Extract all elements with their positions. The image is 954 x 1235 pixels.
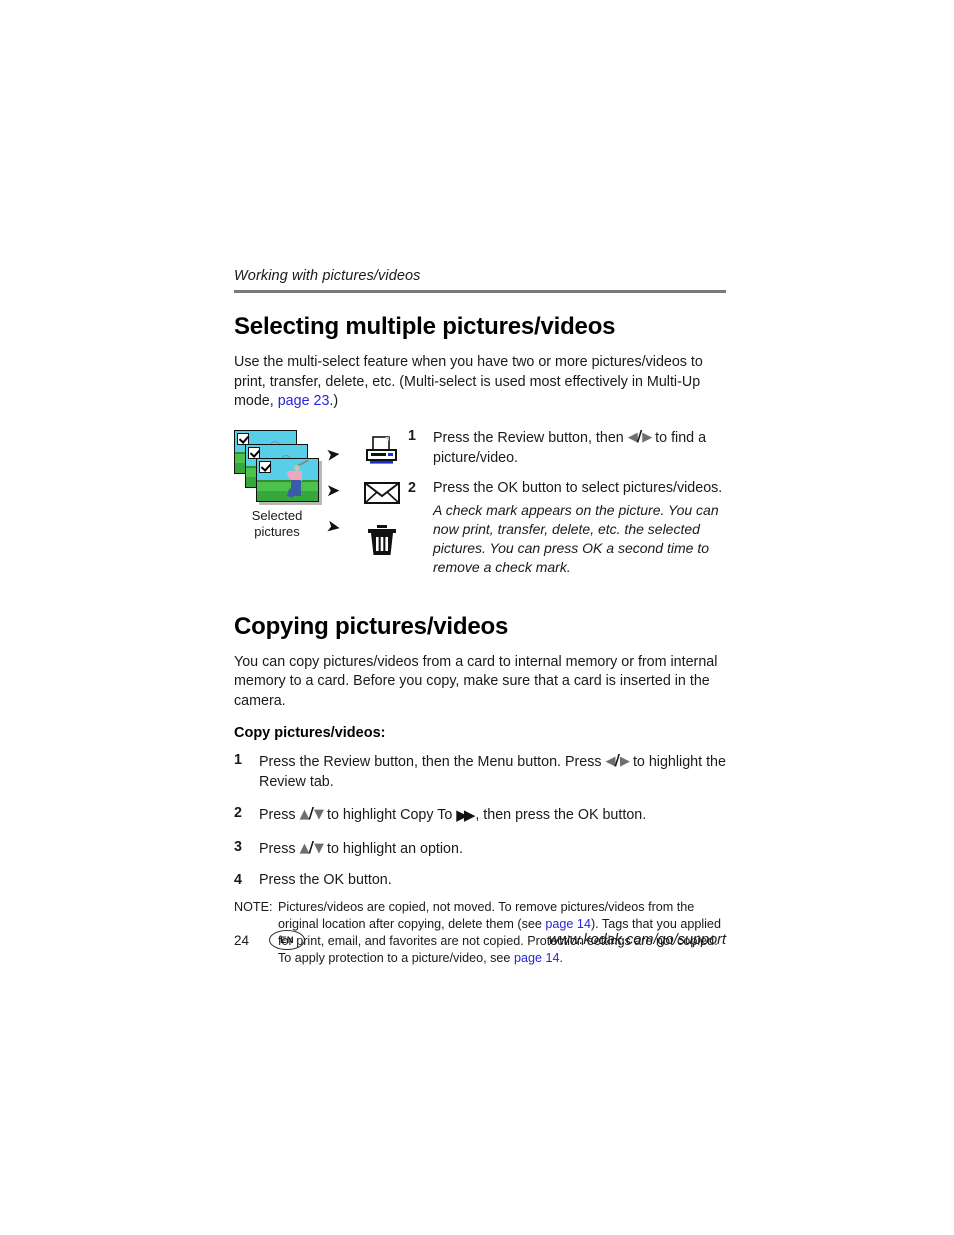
copy-procedure-list: 1 Press the Review button, then the Menu … <box>234 751 726 891</box>
printer-icon <box>362 435 402 468</box>
left-right-arrows-icon: ◀/▶ <box>627 426 653 445</box>
step-text-part1: Press <box>259 840 300 857</box>
step-number: 4 <box>234 872 242 888</box>
note-part3: . <box>559 950 563 965</box>
step-text-before: Press the Review button, then <box>433 429 628 446</box>
page-link-14-first[interactable]: page 14 <box>545 917 591 931</box>
step-text-part1: Press the Review button, then the Menu b… <box>259 754 606 770</box>
left-right-arrows-icon: ◀/▶ <box>605 751 631 769</box>
section2-intro: You can copy pictures/videos from a card… <box>234 653 718 709</box>
language-badge: EN <box>269 930 306 950</box>
figure-caption-line2: pictures <box>254 523 300 539</box>
figure-arrows: ➤ ➤ ➤ <box>324 430 360 538</box>
step-text-part2: to highlight an option. <box>323 840 463 857</box>
figure-caption-line1: Selected <box>251 507 303 523</box>
step-number: 3 <box>234 838 242 855</box>
arrow-right-icon: ➤ <box>326 481 340 501</box>
step-text-part1: Press <box>259 807 300 823</box>
multiselect-illustration: Selected pictures ➤ ➤ ➤ <box>234 426 404 556</box>
page-content: Working with pictures/videos Selecting m… <box>234 268 726 967</box>
picture-stack <box>234 429 320 502</box>
page-link-14-second[interactable]: page 14 <box>514 951 560 965</box>
procedure-item: 3 Press ▲/▼ to highlight an option. <box>234 838 726 860</box>
section1-intro: Use the multi-select feature when you ha… <box>234 353 726 412</box>
arrow-right-icon: ➤ <box>324 444 339 466</box>
envelope-icon <box>362 480 402 512</box>
multiselect-figure-row: Selected pictures ➤ ➤ ➤ 1 Press the Revi… <box>234 426 726 587</box>
step-text-part3: , then press the OK button. <box>471 807 647 823</box>
section1-intro-part2: .) <box>329 393 339 409</box>
step-text-before: Press the OK button to select pictures/v… <box>433 479 723 496</box>
procedure-item: 4 Press the OK button. <box>234 871 726 891</box>
step-text-part2: to highlight Copy To <box>323 807 457 823</box>
section2-subhead: Copy pictures/videos: <box>234 725 386 741</box>
header-rule <box>234 290 726 293</box>
step-italic-note: A check mark appears on the picture. You… <box>433 501 719 575</box>
step-number: 1 <box>408 427 416 444</box>
up-down-arrows-icon: ▲/▼ <box>299 837 325 856</box>
figure-destinations <box>360 430 404 556</box>
step-number: 2 <box>408 479 416 496</box>
procedure-item: 1 Press the Review button, then the Menu … <box>234 751 726 792</box>
section-title-copying: Copying pictures/videos <box>234 612 509 640</box>
running-header: Working with pictures/videos <box>234 268 421 284</box>
section1-steps: 1 Press the Review button, then ◀/▶ to fi… <box>404 426 726 587</box>
figure-caption: Selected pictures <box>234 508 320 540</box>
trash-icon <box>362 524 402 556</box>
step-item: 1 Press the Review button, then ◀/▶ to fi… <box>408 426 726 468</box>
section-title-selecting: Selecting multiple pictures/videos <box>234 313 616 340</box>
step-text-part1: Press the OK button. <box>259 872 392 888</box>
golfer-figure-icon <box>286 458 309 501</box>
page-footer: 24 EN www.kodak.com/go/support <box>234 930 726 950</box>
page-number: 24 <box>234 932 250 948</box>
procedure-item: 2 Press ▲/▼ to highlight Copy To ▶▶ , the… <box>234 804 726 826</box>
double-right-arrow-icon: ▶▶ <box>456 806 475 824</box>
step-item: 2 Press the OK button to select pictures/… <box>408 478 726 577</box>
step-number: 2 <box>234 805 242 821</box>
step-number: 1 <box>234 752 242 768</box>
support-url[interactable]: www.kodak.com/go/support <box>549 932 726 948</box>
thumbnail-front <box>256 457 319 502</box>
arrow-right-icon: ➤ <box>324 515 340 538</box>
selected-pictures-group: Selected pictures <box>234 429 326 540</box>
check-mark-icon <box>259 460 271 473</box>
up-down-arrows-icon: ▲/▼ <box>299 804 325 822</box>
page-link-23[interactable]: page 23 <box>278 393 330 409</box>
